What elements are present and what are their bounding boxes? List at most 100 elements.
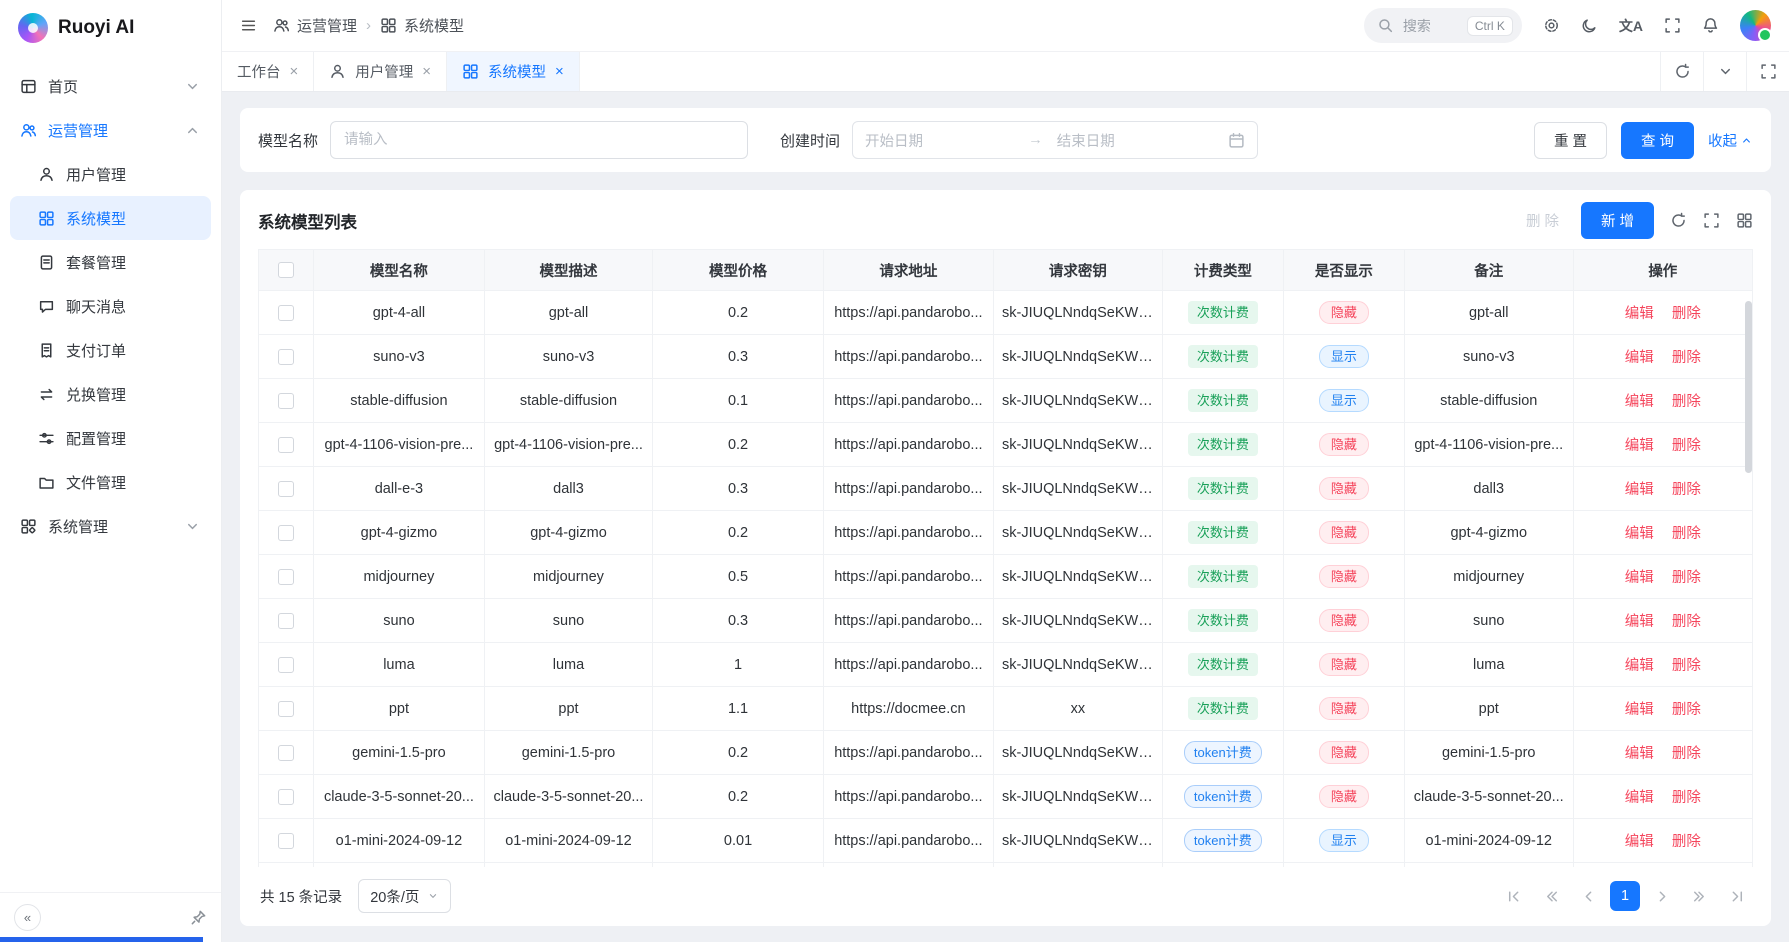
sidebar-item-operations[interactable]: 运营管理 — [10, 108, 211, 152]
bulk-delete-button[interactable]: 删 除 — [1520, 210, 1565, 231]
sidebar-item-user-management[interactable]: 用户管理 — [10, 152, 211, 196]
cell-model-name: gpt-4-all — [314, 291, 484, 335]
model-name-input[interactable] — [330, 121, 748, 159]
sidebar-item-config-management[interactable]: 配置管理 — [10, 416, 211, 460]
date-range-picker[interactable]: 开始日期 → 结束日期 — [852, 121, 1258, 159]
edit-link[interactable]: 编辑 — [1625, 306, 1654, 322]
cell-model-price: 1.1 — [653, 687, 823, 731]
sidebar-item-exchange-management[interactable]: 兑换管理 — [10, 372, 211, 416]
visibility-tag: 隐藏 — [1319, 521, 1369, 544]
delete-link[interactable]: 删除 — [1672, 394, 1701, 410]
tab-system-model[interactable]: 系统模型 × — [447, 52, 580, 91]
row-checkbox[interactable] — [278, 833, 294, 849]
row-checkbox[interactable] — [278, 525, 294, 541]
row-checkbox[interactable] — [278, 701, 294, 717]
row-checkbox[interactable] — [278, 745, 294, 761]
menu-toggle-button[interactable] — [240, 17, 257, 34]
delete-link[interactable]: 删除 — [1672, 834, 1701, 850]
breadcrumb-item-system-model[interactable]: 系统模型 — [380, 15, 464, 36]
edit-link[interactable]: 编辑 — [1625, 702, 1654, 718]
vertical-scrollbar[interactable] — [1745, 301, 1752, 473]
delete-link[interactable]: 删除 — [1672, 790, 1701, 806]
tab-menu-button[interactable] — [1703, 52, 1746, 91]
sidebar-item-home[interactable]: 首页 — [10, 64, 211, 108]
prev-pages-button[interactable] — [1536, 881, 1566, 911]
delete-link[interactable]: 删除 — [1672, 438, 1701, 454]
sidebar-collapse-button[interactable]: « — [14, 904, 41, 931]
sidebar-item-label: 套餐管理 — [66, 252, 126, 273]
query-button[interactable]: 查 询 — [1621, 122, 1694, 159]
delete-link[interactable]: 删除 — [1672, 526, 1701, 542]
delete-link[interactable]: 删除 — [1672, 658, 1701, 674]
row-checkbox[interactable] — [278, 789, 294, 805]
next-pages-button[interactable] — [1684, 881, 1714, 911]
edit-link[interactable]: 编辑 — [1625, 834, 1654, 850]
sidebar-item-system-management[interactable]: 系统管理 — [10, 504, 211, 548]
first-page-button[interactable] — [1499, 881, 1529, 911]
fullscreen-button[interactable] — [1664, 17, 1681, 34]
edit-link[interactable]: 编辑 — [1625, 790, 1654, 806]
row-checkbox[interactable] — [278, 393, 294, 409]
app-logo[interactable]: Ruoyi AI — [0, 0, 221, 56]
edit-link[interactable]: 编辑 — [1625, 350, 1654, 366]
tab-workbench[interactable]: 工作台 × — [222, 52, 314, 91]
cell-request-url: https://api.pandarobo... — [823, 335, 993, 379]
add-button[interactable]: 新 增 — [1581, 202, 1654, 239]
language-button[interactable]: 文A — [1619, 16, 1643, 36]
refresh-tab-button[interactable] — [1660, 52, 1703, 91]
close-icon[interactable]: × — [290, 64, 299, 79]
edit-link[interactable]: 编辑 — [1625, 658, 1654, 674]
cell-model-name: o1-mini-2024-09-12 — [314, 819, 484, 863]
edit-link[interactable]: 编辑 — [1625, 438, 1654, 454]
sidebar-item-package-management[interactable]: 套餐管理 — [10, 240, 211, 284]
row-checkbox[interactable] — [278, 481, 294, 497]
sidebar-item-system-model[interactable]: 系统模型 — [10, 196, 211, 240]
table-fullscreen-button[interactable] — [1703, 212, 1720, 229]
delete-link[interactable]: 删除 — [1672, 306, 1701, 322]
notifications-button[interactable] — [1702, 17, 1719, 34]
sidebar-item-file-management[interactable]: 文件管理 — [10, 460, 211, 504]
edit-link[interactable]: 编辑 — [1625, 570, 1654, 586]
table-refresh-button[interactable] — [1670, 212, 1687, 229]
global-search[interactable]: 搜索 Ctrl K — [1364, 8, 1522, 43]
page-size-select[interactable]: 20条/页 — [358, 879, 451, 913]
content-fullscreen-button[interactable] — [1746, 52, 1789, 91]
last-page-button[interactable] — [1721, 881, 1751, 911]
row-checkbox[interactable] — [278, 305, 294, 321]
column-settings-button[interactable] — [1736, 212, 1753, 229]
row-checkbox[interactable] — [278, 613, 294, 629]
current-page-button[interactable]: 1 — [1610, 881, 1640, 911]
breadcrumb-item-operations[interactable]: 运营管理 — [273, 15, 357, 36]
row-checkbox[interactable] — [278, 569, 294, 585]
select-all-checkbox[interactable] — [278, 262, 294, 278]
edit-link[interactable]: 编辑 — [1625, 394, 1654, 410]
row-checkbox[interactable] — [278, 349, 294, 365]
delete-link[interactable]: 删除 — [1672, 614, 1701, 630]
edit-link[interactable]: 编辑 — [1625, 614, 1654, 630]
delete-link[interactable]: 删除 — [1672, 570, 1701, 586]
settings-button[interactable] — [1543, 17, 1560, 34]
pin-icon[interactable] — [190, 909, 207, 926]
delete-link[interactable]: 删除 — [1672, 482, 1701, 498]
collapse-filter-link[interactable]: 收起 — [1708, 130, 1753, 151]
sidebar-item-chat-messages[interactable]: 聊天消息 — [10, 284, 211, 328]
content-area: 模型名称 创建时间 开始日期 → 结束日期 重 置 查 询 收起 — [222, 92, 1789, 942]
delete-link[interactable]: 删除 — [1672, 702, 1701, 718]
next-page-button[interactable] — [1647, 881, 1677, 911]
tab-user-management[interactable]: 用户管理 × — [314, 52, 447, 91]
visibility-tag: 隐藏 — [1319, 565, 1369, 588]
delete-link[interactable]: 删除 — [1672, 746, 1701, 762]
row-checkbox[interactable] — [278, 657, 294, 673]
close-icon[interactable]: × — [555, 64, 564, 79]
row-checkbox[interactable] — [278, 437, 294, 453]
dark-mode-button[interactable] — [1581, 17, 1598, 34]
edit-link[interactable]: 编辑 — [1625, 746, 1654, 762]
user-avatar[interactable] — [1740, 10, 1771, 41]
prev-page-button[interactable] — [1573, 881, 1603, 911]
edit-link[interactable]: 编辑 — [1625, 526, 1654, 542]
sidebar-item-payment-orders[interactable]: 支付订单 — [10, 328, 211, 372]
reset-button[interactable]: 重 置 — [1534, 122, 1607, 159]
edit-link[interactable]: 编辑 — [1625, 482, 1654, 498]
delete-link[interactable]: 删除 — [1672, 350, 1701, 366]
close-icon[interactable]: × — [422, 64, 431, 79]
